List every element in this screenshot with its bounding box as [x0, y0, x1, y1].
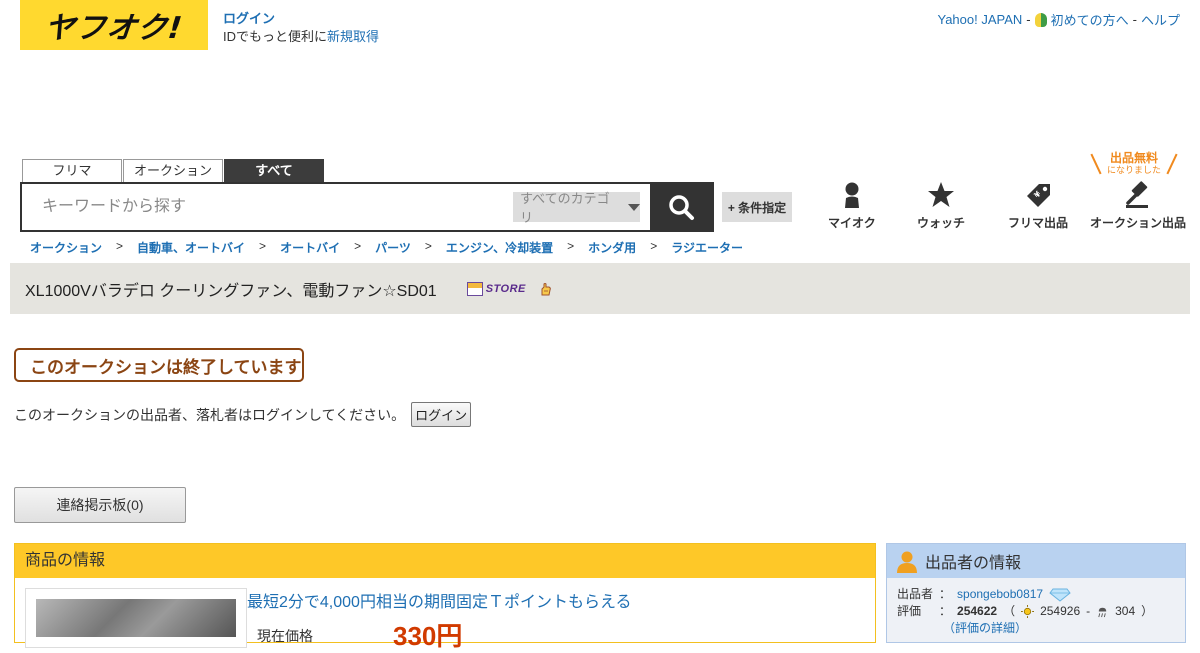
hand-icon [541, 282, 551, 295]
sun-icon [1021, 605, 1035, 618]
star-icon [928, 182, 954, 207]
login-note: このオークションの出品者、落札者はログインしてください。 ログイン [14, 402, 472, 427]
gavel-icon [1126, 181, 1148, 208]
free-badge-line2: になりました [1106, 165, 1161, 175]
login-button[interactable]: ログイン [411, 402, 472, 427]
my-auction-link[interactable]: マイオク [828, 180, 876, 231]
seller-info-heading: 出品者の情報 [925, 555, 1022, 572]
breadcrumb-separator: > [567, 239, 575, 253]
price-tag-icon: ¥ [1027, 184, 1050, 207]
breadcrumb-item[interactable]: オートバイ [280, 239, 340, 256]
rating-good: 254926 [1040, 604, 1081, 618]
rating-dash: - [1086, 604, 1091, 618]
diamond-icon [1049, 588, 1071, 602]
tpoint-promo-link[interactable]: 最短2分で4,000円相当の期間固定Ｔポイントもらえる [247, 588, 631, 612]
store-icon [466, 281, 483, 296]
auction-listing-label: オークション出品 [1090, 216, 1187, 230]
rating-row: 評価 ： 254622 （ 254926 - 304 ） [897, 603, 1175, 620]
seller-info-panel: 出品者の情報 出品者 ： spongebob0817 評価 ： 254622 （… [886, 543, 1186, 643]
breadcrumb-item[interactable]: 自動車、オートバイ [137, 239, 245, 256]
store-badge: STORE [466, 281, 526, 296]
breadcrumb-separator: > [116, 239, 124, 253]
rating-total: 254622 [957, 604, 998, 618]
yahuoku-logo[interactable]: ヤフオク! [20, 0, 208, 50]
top-links: Yahoo! JAPAN - 初めての方へ - ヘルプ [937, 10, 1180, 29]
breadcrumb-separator: > [650, 239, 658, 253]
id-text: IDでもっと便利に [223, 29, 328, 44]
beginner-icon [1034, 12, 1047, 27]
login-note-text: このオークションの出品者、落札者はログインしてください。 [14, 406, 406, 423]
breadcrumb-separator: > [259, 239, 267, 253]
separator: - [1132, 12, 1137, 27]
flea-listing-label: フリマ出品 [1008, 216, 1069, 230]
page-title: XL1000Vバラデロ クーリングファン、電動ファン☆SD01 [25, 282, 437, 300]
breadcrumb-item[interactable]: パーツ [375, 239, 411, 256]
current-price: 330円 [393, 621, 463, 651]
item-thumbnail[interactable] [25, 588, 247, 648]
rain-icon [1098, 607, 1107, 618]
separator: - [1026, 12, 1031, 27]
seller-colon: ： [939, 587, 952, 601]
free-badge-line1: 出品無料 [1109, 151, 1158, 165]
watch-label: ウォッチ [917, 216, 966, 230]
breadcrumb-separator: > [354, 239, 362, 253]
watch-link[interactable]: ウォッチ [917, 180, 965, 231]
yahoo-japan-link[interactable]: Yahoo! JAPAN [937, 12, 1022, 27]
item-info-panel: 商品の情報 最短2分で4,000円相当の期間固定Ｔポイントもらえる 現在価格 3… [14, 543, 876, 651]
rating-bad: 304 [1115, 604, 1136, 618]
item-image [36, 599, 236, 637]
rating-colon: ： [939, 604, 952, 618]
auction-ended-notice: このオークションは終了しています [14, 348, 304, 382]
help-link[interactable]: ヘルプ [1141, 10, 1180, 29]
seller-info-header: 出品者の情報 [887, 544, 1185, 578]
seller-key: 出品者 [897, 587, 934, 601]
price-label: 現在価格 [257, 628, 313, 644]
breadcrumb-separator: > [424, 239, 432, 253]
my-auction-label: マイオク [828, 216, 876, 230]
message-board-button[interactable]: 連絡掲示板(0) [14, 487, 186, 523]
logo-text: ヤフオク! [42, 11, 185, 46]
rating-detail-link[interactable]: （評価の詳細） [943, 620, 1027, 637]
flea-listing-link[interactable]: ¥ フリマ出品 [1008, 180, 1068, 231]
auction-listing-link[interactable]: オークション出品 [1090, 180, 1186, 231]
breadcrumb-item[interactable]: エンジン、冷却装置 [446, 239, 553, 256]
rating-paren-close: ） [1141, 604, 1154, 618]
rating-key: 評価 [897, 604, 922, 618]
breadcrumb: オークション > 自動車、オートバイ > オートバイ > パーツ > エンジン、… [30, 239, 743, 256]
seller-row: 出品者 ： spongebob0817 [897, 586, 1175, 603]
user-icon [844, 182, 859, 208]
login-link[interactable]: ログイン [223, 10, 379, 28]
login-block: ログイン IDでもっと便利に新規取得 [223, 10, 379, 46]
breadcrumb-item[interactable]: オークション [30, 239, 102, 256]
item-title-bar: XL1000Vバラデロ クーリングファン、電動ファン☆SD01 STORE [10, 263, 1190, 314]
rating-detail-row: （評価の詳細） [897, 620, 1175, 637]
seller-name-link[interactable]: spongebob0817 [957, 586, 1043, 603]
store-label: STORE [485, 282, 526, 295]
item-info-heading: 商品の情報 [15, 544, 875, 578]
rating-paren-open: （ [1003, 604, 1016, 618]
breadcrumb-item[interactable]: ホンダ用 [588, 239, 636, 256]
free-listing-badge: 出品無料 になりました [1093, 151, 1175, 175]
seller-details: 出品者 ： spongebob0817 評価 ： 254622 （ 254926… [887, 578, 1185, 645]
header-nav: マイオク ウォッチ ¥ フリマ出品 オークション出品 [0, 180, 1200, 230]
breadcrumb-item[interactable]: ラジエーター [671, 239, 743, 256]
seller-avatar-icon [897, 551, 917, 573]
beginner-link[interactable]: 初めての方へ [1051, 10, 1129, 29]
register-link[interactable]: 新規取得 [327, 29, 379, 44]
